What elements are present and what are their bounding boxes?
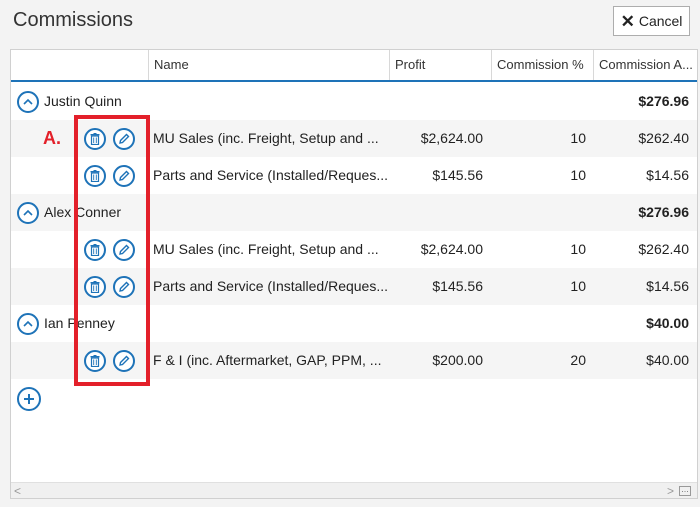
collapse-group-button[interactable] [17, 202, 39, 224]
column-header-name[interactable]: Name [148, 50, 389, 80]
group-total: $40.00 [646, 315, 689, 331]
item-commission-amount: $40.00 [646, 352, 689, 368]
item-profit: $2,624.00 [420, 130, 483, 146]
column-header-commission-pct[interactable]: Commission % [491, 50, 593, 80]
scroll-right-icon[interactable]: > [667, 483, 674, 498]
item-commission-amount: $262.40 [638, 241, 689, 257]
cancel-button[interactable]: ✕ Cancel [613, 6, 690, 36]
add-commission-button[interactable] [17, 387, 41, 411]
resize-grip-icon[interactable]: … [679, 486, 691, 496]
scroll-left-icon[interactable]: < [14, 483, 21, 498]
cancel-label: Cancel [638, 13, 683, 29]
close-icon: ✕ [620, 11, 635, 31]
chevron-up-icon [23, 320, 33, 327]
column-header-actions [11, 50, 148, 80]
dialog-title: Commissions [13, 9, 134, 31]
item-profit: $200.00 [432, 352, 483, 368]
item-commission-amount: $262.40 [638, 130, 689, 146]
column-header-profit[interactable]: Profit [389, 50, 491, 80]
plus-icon [24, 394, 34, 404]
item-name: MU Sales (inc. Freight, Setup and ... [153, 241, 379, 257]
item-commission-pct: 10 [570, 241, 586, 257]
annotation-highlight-box [74, 115, 150, 386]
item-commission-pct: 10 [570, 167, 586, 183]
item-name: MU Sales (inc. Freight, Setup and ... [153, 130, 379, 146]
item-profit: $2,624.00 [420, 241, 483, 257]
group-total: $276.96 [638, 204, 689, 220]
collapse-group-button[interactable] [17, 91, 39, 113]
column-header-commission-amount[interactable]: Commission A... [593, 50, 697, 80]
item-commission-pct: 20 [570, 352, 586, 368]
collapse-group-button[interactable] [17, 313, 39, 335]
item-profit: $145.56 [432, 167, 483, 183]
item-commission-pct: 10 [570, 278, 586, 294]
horizontal-scrollbar[interactable]: < > … [11, 482, 697, 498]
chevron-up-icon [23, 98, 33, 105]
item-name: Parts and Service (Installed/Reques... [153, 167, 389, 183]
item-profit: $145.56 [432, 278, 483, 294]
title-bar: Commissions ✕ Cancel [0, 0, 700, 42]
item-commission-amount: $14.56 [646, 278, 689, 294]
item-commission-pct: 10 [570, 130, 586, 146]
item-name: F & I (inc. Aftermarket, GAP, PPM, ... [153, 352, 382, 368]
grid-header: Name Profit Commission % Commission A... [11, 50, 697, 82]
chevron-up-icon [23, 209, 33, 216]
group-total: $276.96 [638, 93, 689, 109]
item-name: Parts and Service (Installed/Reques... [153, 278, 389, 294]
item-commission-amount: $14.56 [646, 167, 689, 183]
annotation-label: A. [43, 128, 61, 148]
